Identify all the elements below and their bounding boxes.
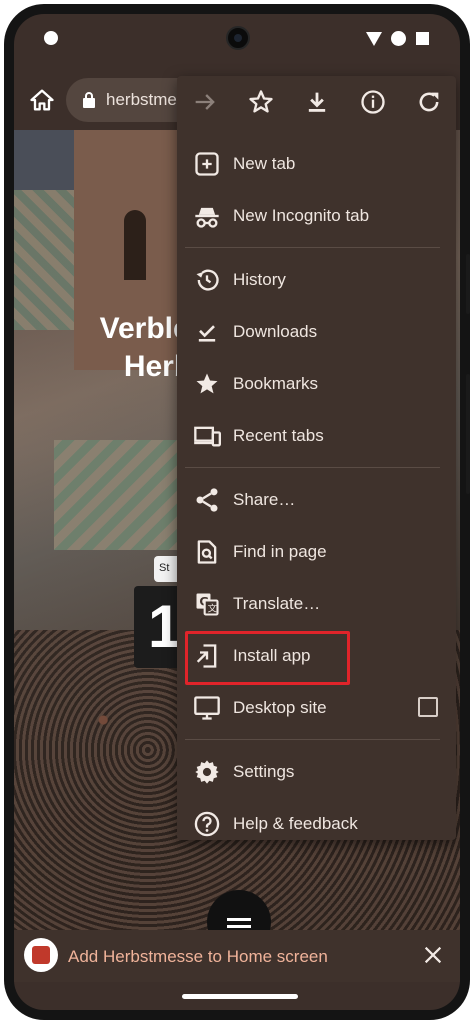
menu-item-share[interactable]: Share…	[177, 474, 456, 526]
menu-item-label: New tab	[233, 154, 296, 173]
menu-divider	[185, 467, 440, 468]
volume-button	[466, 254, 470, 314]
lock-icon	[83, 92, 95, 108]
menu-item-recent-tabs[interactable]: Recent tabs	[177, 410, 456, 462]
front-camera	[226, 26, 250, 50]
menu-item-find-in-page[interactable]: Find in page	[177, 526, 456, 578]
menu-item-label: Downloads	[233, 322, 318, 341]
star-icon[interactable]	[247, 88, 275, 116]
menu-divider	[185, 739, 440, 740]
new-tab-icon	[195, 152, 219, 176]
menu-item-desktop-site[interactable]: Desktop site	[177, 682, 456, 734]
tower-window	[124, 210, 146, 280]
menu-item-history[interactable]: History	[177, 254, 456, 306]
phone-frame: Verbleib Herb St 1 herbstmesse New tab N…	[4, 4, 470, 1020]
history-icon	[196, 269, 219, 291]
sky	[14, 130, 74, 190]
notification-dot-icon	[44, 31, 58, 45]
install-prompt-bar[interactable]: Add Herbstmesse to Home screen	[14, 930, 460, 982]
menu-item-label: Help & feedback	[233, 814, 358, 833]
screen: Verbleib Herb St 1 herbstmesse New tab N…	[14, 14, 460, 1010]
menu-item-translate[interactable]: G 文 Translate…	[177, 578, 456, 630]
menu-divider	[185, 247, 440, 248]
menu-item-help-feedback[interactable]: Help & feedback	[177, 798, 456, 850]
menu-item-bookmarks[interactable]: Bookmarks	[177, 358, 456, 410]
incognito-icon	[195, 207, 219, 228]
menu-item-new-incognito-tab[interactable]: New Incognito tab	[177, 190, 456, 242]
power-button	[466, 374, 470, 494]
menu-item-settings[interactable]: Settings	[177, 746, 456, 798]
status-bar	[14, 14, 460, 66]
menu-item-label: Settings	[233, 762, 295, 781]
install-prompt-text[interactable]: Add Herbstmesse to Home screen	[68, 947, 328, 967]
menu-item-label: Share…	[233, 490, 296, 509]
menu-item-new-tab[interactable]: New tab	[177, 138, 456, 190]
wifi-icon	[366, 32, 382, 46]
menu-item-label: Translate…	[233, 594, 321, 613]
close-icon[interactable]	[422, 944, 444, 966]
menu-item-label: Recent tabs	[233, 426, 324, 445]
menu-item-label: History	[233, 270, 286, 289]
help-icon	[194, 811, 220, 837]
desktop-site-checkbox[interactable]	[418, 697, 438, 717]
menu-item-label: Bookmarks	[233, 374, 319, 393]
overflow-menu: New tab New Incognito tab History Downlo…	[177, 76, 456, 840]
desktop-icon	[194, 696, 220, 720]
menu-action-row	[177, 76, 456, 128]
signal-icon	[391, 31, 406, 46]
downloads-icon	[198, 325, 216, 342]
star-icon	[196, 373, 218, 394]
menu-item-label: New Incognito tab	[233, 206, 370, 225]
forward-icon[interactable]	[191, 88, 219, 116]
share-icon	[196, 488, 218, 512]
info-icon[interactable]	[359, 88, 387, 116]
find-icon	[197, 540, 217, 564]
install-app-highlight	[185, 631, 350, 685]
home-icon[interactable]	[28, 86, 56, 114]
gesture-nav-bar[interactable]	[182, 994, 298, 999]
download-icon[interactable]	[303, 88, 331, 116]
svg-text:文: 文	[208, 603, 217, 615]
gear-icon	[195, 760, 219, 784]
menu-item-label: Desktop site	[233, 698, 327, 717]
tiled-roof-lower	[54, 440, 194, 550]
devices-icon	[194, 426, 221, 447]
battery-icon	[416, 32, 429, 45]
site-app-icon	[24, 938, 58, 972]
menu-item-downloads[interactable]: Downloads	[177, 306, 456, 358]
translate-icon: G 文	[196, 593, 219, 616]
refresh-icon[interactable]	[415, 88, 443, 116]
menu-item-label: Find in page	[233, 542, 327, 561]
